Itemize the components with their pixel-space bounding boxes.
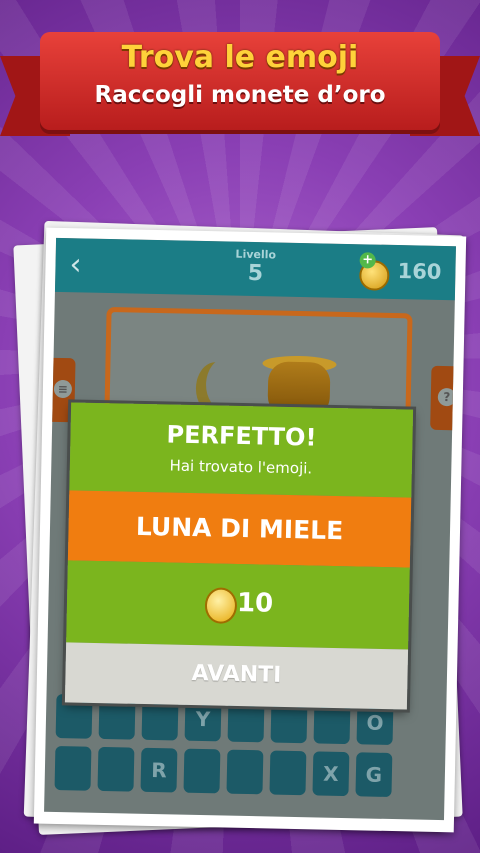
promo-banner: Trova le emoji Raccogli monete d’oro <box>0 18 480 148</box>
dialog-header: PERFETTO! Hai trovato l'emoji. <box>69 402 414 498</box>
letter-key[interactable]: X <box>312 751 350 797</box>
letter-key[interactable] <box>183 748 221 794</box>
banner-subtitle: Raccogli monete d’oro <box>94 82 386 108</box>
letter-key[interactable] <box>269 750 307 796</box>
letter-key[interactable]: G <box>355 752 393 798</box>
reward-amount: 10 <box>236 587 274 619</box>
coin-icon <box>204 587 238 624</box>
moon-emoji-icon <box>206 358 245 411</box>
letter-key[interactable] <box>97 746 135 792</box>
dialog-subtitle: Hai trovato l'emoji. <box>169 456 313 478</box>
answer-text: LUNA DI MIELE <box>135 511 344 546</box>
banner-title: Trova le emoji <box>121 40 359 75</box>
coin-count: 160 <box>397 259 442 284</box>
letter-key[interactable] <box>54 745 92 791</box>
question-icon: ? <box>437 387 456 407</box>
success-dialog: PERFETTO! Hai trovato l'emoji. LUNA DI M… <box>64 402 414 710</box>
next-button[interactable]: AVANTI <box>64 642 409 710</box>
letter-key[interactable]: R <box>140 747 178 793</box>
coin-stack-icon: ≡ <box>53 379 73 399</box>
answer-strip: LUNA DI MIELE <box>67 490 412 568</box>
top-bar: ‹ Livello 5 + 160 <box>54 237 456 301</box>
reward-section: 10 <box>66 560 410 650</box>
next-button-label: AVANTI <box>191 661 282 688</box>
hint-button[interactable]: ? <box>430 365 456 431</box>
dialog-title: PERFETTO! <box>166 420 317 452</box>
letter-key[interactable] <box>226 749 264 795</box>
